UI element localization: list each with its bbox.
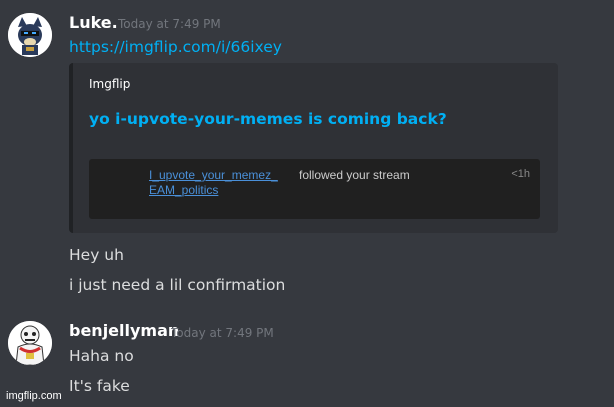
embed-image[interactable]: I_upvote_your_memez_ followed your strea…: [89, 159, 540, 219]
message-line: Haha no: [69, 347, 134, 365]
notification-time: <1h: [511, 168, 530, 180]
skeleton-avatar-icon: [8, 321, 52, 365]
timestamp: Today at 7:49 PM: [118, 17, 221, 31]
embed-title[interactable]: yo i-upvote-your-memes is coming back?: [89, 110, 447, 128]
notification-user-link: I_upvote_your_memez_: [149, 168, 278, 182]
notification-text: followed your stream: [299, 168, 410, 182]
avatar-benjellyman[interactable]: [8, 321, 52, 365]
chat-window: Luke. Today at 7:49 PM https://imgflip.c…: [0, 0, 614, 407]
message-line: It's fake: [69, 377, 130, 395]
link-embed: Imgflip yo i-upvote-your-memes is coming…: [69, 63, 558, 233]
notification-stream-link: EAM_politics: [149, 183, 219, 197]
timestamp: Today at 7:49 PM: [171, 326, 274, 340]
message-link[interactable]: https://imgflip.com/i/66ixey: [69, 38, 282, 56]
avatar-luke[interactable]: [8, 13, 52, 57]
embed-provider[interactable]: Imgflip: [89, 77, 130, 91]
username[interactable]: benjellyman: [69, 321, 179, 340]
message-line: Hey uh: [69, 246, 124, 264]
message-line: i just need a lil confirmation: [69, 276, 286, 294]
watermark: imgflip.com: [6, 390, 62, 402]
wolf-avatar-icon: [8, 13, 52, 57]
username[interactable]: Luke.: [69, 13, 118, 32]
